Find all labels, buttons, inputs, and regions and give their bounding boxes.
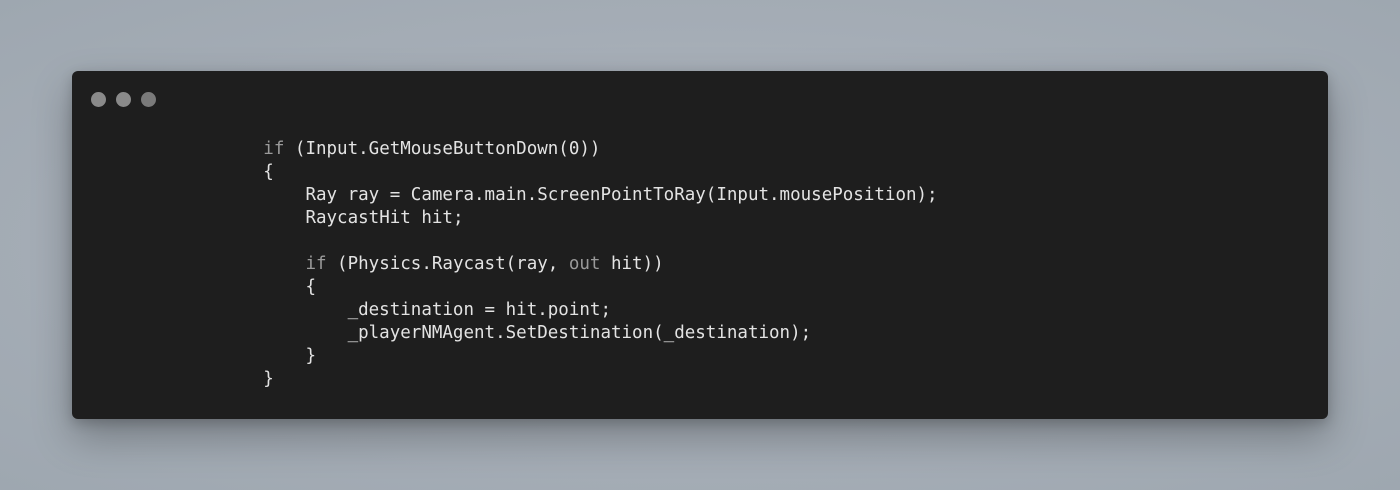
code-line: if (Physics.Raycast(ray, out hit)) xyxy=(179,253,938,276)
code-keyword: if xyxy=(263,139,285,159)
code-token: RaycastHit hit; xyxy=(305,208,464,228)
close-dot-icon[interactable] xyxy=(91,92,106,107)
code-token: _playerNMAgent.SetDestination(_destinati… xyxy=(347,323,812,343)
code-token: { xyxy=(305,277,316,297)
code-line: RaycastHit hit; xyxy=(179,207,938,230)
maximize-dot-icon[interactable] xyxy=(141,92,156,107)
window-controls xyxy=(91,92,156,107)
code-token: Ray ray = Camera.main.ScreenPointToRay(I… xyxy=(305,185,938,205)
code-window: if (Input.GetMouseButtonDown(0)) { Ray r… xyxy=(72,71,1328,419)
code-line: { xyxy=(179,161,938,184)
code-line: _destination = hit.point; xyxy=(179,299,938,322)
code-line: Ray ray = Camera.main.ScreenPointToRay(I… xyxy=(179,184,938,207)
code-keyword: if xyxy=(305,254,327,274)
code-token: hit)) xyxy=(600,254,664,274)
code-token: } xyxy=(305,346,316,366)
code-line: if (Input.GetMouseButtonDown(0)) xyxy=(179,138,938,161)
code-token: (Input.GetMouseButtonDown(0)) xyxy=(284,139,601,159)
code-line: _playerNMAgent.SetDestination(_destinati… xyxy=(179,322,938,345)
code-line: } xyxy=(179,345,938,368)
code-line: { xyxy=(179,276,938,299)
code-token: } xyxy=(263,369,274,389)
code-token: (Physics.Raycast(ray, xyxy=(326,254,569,274)
code-token: _destination = hit.point; xyxy=(347,300,611,320)
code-line: } xyxy=(179,368,938,391)
code-keyword: out xyxy=(568,254,601,274)
code-block: if (Input.GetMouseButtonDown(0)) { Ray r… xyxy=(179,138,938,391)
minimize-dot-icon[interactable] xyxy=(116,92,131,107)
code-token: { xyxy=(263,162,274,182)
